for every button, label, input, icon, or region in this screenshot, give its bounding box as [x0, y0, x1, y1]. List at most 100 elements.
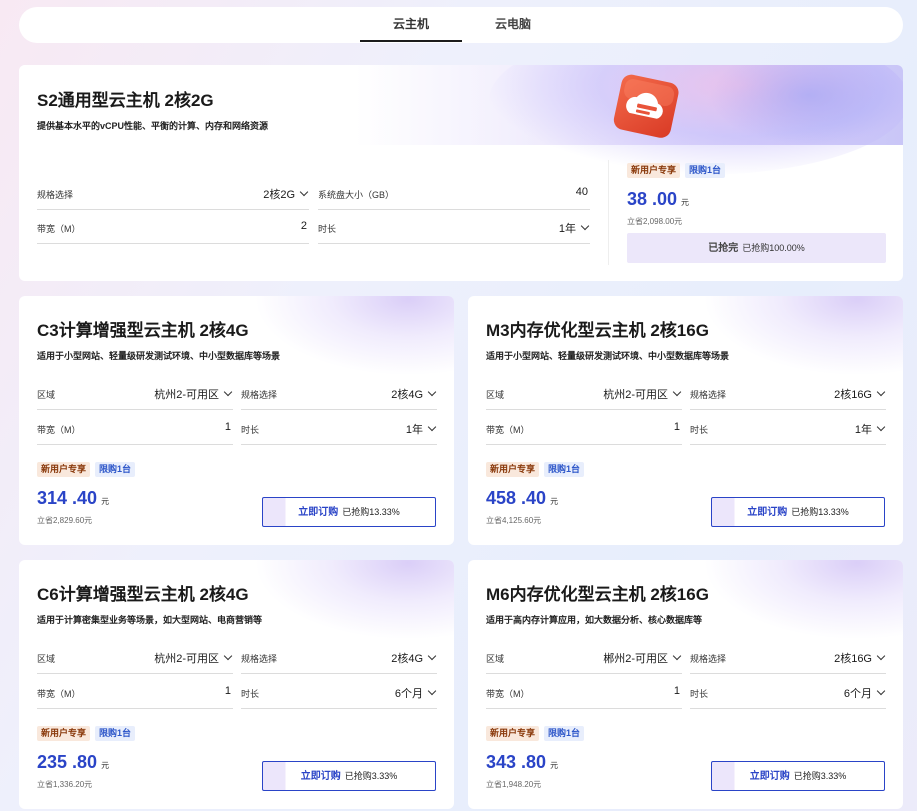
featured-product-card: S2通用型云主机 2核2G 提供基本水平的vCPU性能、平衡的计算、内存和网络资…	[19, 65, 903, 281]
savings-text: 立省2,098.00元	[627, 217, 683, 226]
duration-select[interactable]: 时长 1年	[318, 218, 590, 244]
product-card: M3内存优化型云主机 2核16G 适用于小型网站、轻量级研发测试环境、中小型数据…	[468, 296, 903, 545]
field-value: 40	[575, 186, 588, 198]
field-value: 郴州2-可用区	[603, 653, 668, 665]
field-label: 时长	[690, 689, 709, 699]
spec-select[interactable]: 规格选择 2核4G	[241, 648, 437, 674]
field-value: 1	[673, 685, 680, 697]
field-value: 1年	[558, 223, 576, 235]
order-now-button[interactable]: 立即订购 已抢购13.33%	[262, 497, 436, 527]
product-description: 提供基本水平的vCPU性能、平衡的计算、内存和网络资源	[37, 121, 269, 131]
tab-cloud-host[interactable]: 云主机	[360, 7, 462, 43]
purchase-limit-badge: 限购1台	[95, 726, 136, 741]
order-now-button[interactable]: 立即订购 已抢购13.33%	[711, 497, 885, 527]
field-value: 1	[224, 421, 231, 433]
bandwidth-input[interactable]: 带宽（M） 1	[37, 683, 233, 709]
card-decoration	[703, 296, 903, 376]
tab-cloud-pc[interactable]: 云电脑	[462, 7, 564, 43]
field-value: 2核2G	[263, 189, 295, 201]
product-title: C6计算增强型云主机 2核4G	[37, 585, 249, 604]
purchase-limit-badge: 限购1台	[544, 726, 585, 741]
chevron-down-icon	[223, 651, 233, 661]
purchase-limit-badge: 限购1台	[544, 462, 585, 477]
duration-select[interactable]: 时长 1年	[241, 419, 437, 445]
price-value: 458 .40	[486, 488, 547, 508]
chevron-down-icon	[427, 651, 437, 661]
spec-select[interactable]: 规格选择 2核16G	[690, 384, 886, 410]
product-description: 适用于小型网站、轻量级研发测试环境、中小型数据库等场景	[37, 351, 281, 361]
purchase-progress: 已抢购13.33%	[791, 507, 849, 517]
chevron-down-icon	[876, 422, 886, 432]
field-value: 杭州2-可用区	[603, 389, 668, 401]
chevron-down-icon	[299, 187, 309, 197]
region-select[interactable]: 区域 杭州2-可用区	[37, 648, 233, 674]
price: 458 .40 元	[486, 488, 558, 509]
divider	[608, 160, 609, 265]
price: 314 .40 元	[37, 488, 109, 509]
purchase-progress: 已抢购3.33%	[344, 771, 398, 781]
sold-out-button: 已抢完 已抢购100.00%	[627, 233, 886, 263]
product-title: M3内存优化型云主机 2核16G	[486, 321, 709, 340]
field-value: 2核16G	[834, 653, 872, 665]
price-value: 235 .80	[37, 752, 98, 772]
price-value: 314 .40	[37, 488, 98, 508]
cloud-server-icon	[613, 74, 679, 138]
field-value: 1年	[405, 424, 423, 436]
order-now-button[interactable]: 立即订购 已抢购3.33%	[711, 761, 885, 791]
bandwidth-input[interactable]: 带宽（M） 1	[486, 419, 682, 445]
spec-select[interactable]: 规格选择 2核2G	[37, 184, 309, 210]
product-card: C3计算增强型云主机 2核4G 适用于小型网站、轻量级研发测试环境、中小型数据库…	[19, 296, 454, 545]
field-label: 规格选择	[241, 654, 278, 664]
duration-select[interactable]: 时长 6个月	[690, 683, 886, 709]
field-value: 杭州2-可用区	[154, 653, 219, 665]
chevron-down-icon	[223, 387, 233, 397]
field-label: 带宽（M）	[37, 689, 81, 699]
field-label: 区域	[37, 390, 56, 400]
order-now-label: 立即订购	[300, 771, 341, 782]
new-user-badge: 新用户专享	[37, 462, 91, 477]
price: 38 .00 元	[627, 189, 689, 210]
duration-select[interactable]: 时长 1年	[690, 419, 886, 445]
spec-select[interactable]: 规格选择 2核4G	[241, 384, 437, 410]
price-unit: 元	[681, 198, 690, 207]
product-title: C3计算增强型云主机 2核4G	[37, 321, 249, 340]
product-card: C6计算增强型云主机 2核4G 适用于计算密集型业务等场景，如大型网站、电商营销…	[19, 560, 454, 809]
purchase-limit-badge: 限购1台	[95, 462, 136, 477]
purchase-progress: 已抢购13.33%	[342, 507, 400, 517]
field-label: 规格选择	[690, 654, 727, 664]
region-select[interactable]: 区域 杭州2-可用区	[37, 384, 233, 410]
disk-size-input[interactable]: 系统盘大小（GB） 40	[318, 184, 590, 210]
region-select[interactable]: 区域 杭州2-可用区	[486, 384, 682, 410]
duration-select[interactable]: 时长 6个月	[241, 683, 437, 709]
field-label: 时长	[318, 224, 337, 234]
field-value: 6个月	[843, 688, 872, 700]
purchase-progress: 已抢购3.33%	[793, 771, 847, 781]
card-decoration	[254, 296, 454, 376]
field-value: 2核4G	[391, 389, 423, 401]
field-value: 1年	[854, 424, 872, 436]
savings-text: 立省2,829.60元	[37, 516, 93, 525]
sold-out-label: 已抢完	[708, 243, 739, 254]
order-now-button[interactable]: 立即订购 已抢购3.33%	[262, 761, 436, 791]
field-label: 系统盘大小（GB）	[318, 190, 395, 200]
field-label: 区域	[37, 654, 56, 664]
bandwidth-input[interactable]: 带宽（M） 1	[486, 683, 682, 709]
chevron-down-icon	[427, 387, 437, 397]
field-value: 杭州2-可用区	[154, 389, 219, 401]
order-now-label: 立即订购	[298, 507, 339, 518]
chevron-down-icon	[427, 686, 437, 696]
spec-select[interactable]: 规格选择 2核16G	[690, 648, 886, 674]
order-now-label: 立即订购	[747, 507, 788, 518]
region-select[interactable]: 区域 郴州2-可用区	[486, 648, 682, 674]
bandwidth-input[interactable]: 带宽（M） 1	[37, 419, 233, 445]
card-decoration	[703, 560, 903, 640]
price-unit: 元	[550, 761, 559, 770]
field-label: 规格选择	[690, 390, 727, 400]
chevron-down-icon	[580, 221, 590, 231]
price-value: 343 .80	[486, 752, 547, 772]
field-value: 2	[300, 220, 307, 232]
bandwidth-input[interactable]: 带宽（M） 2	[37, 218, 309, 244]
savings-text: 立省1,948.20元	[486, 780, 542, 789]
field-value: 1	[224, 685, 231, 697]
price-value: 38 .00	[627, 189, 678, 209]
